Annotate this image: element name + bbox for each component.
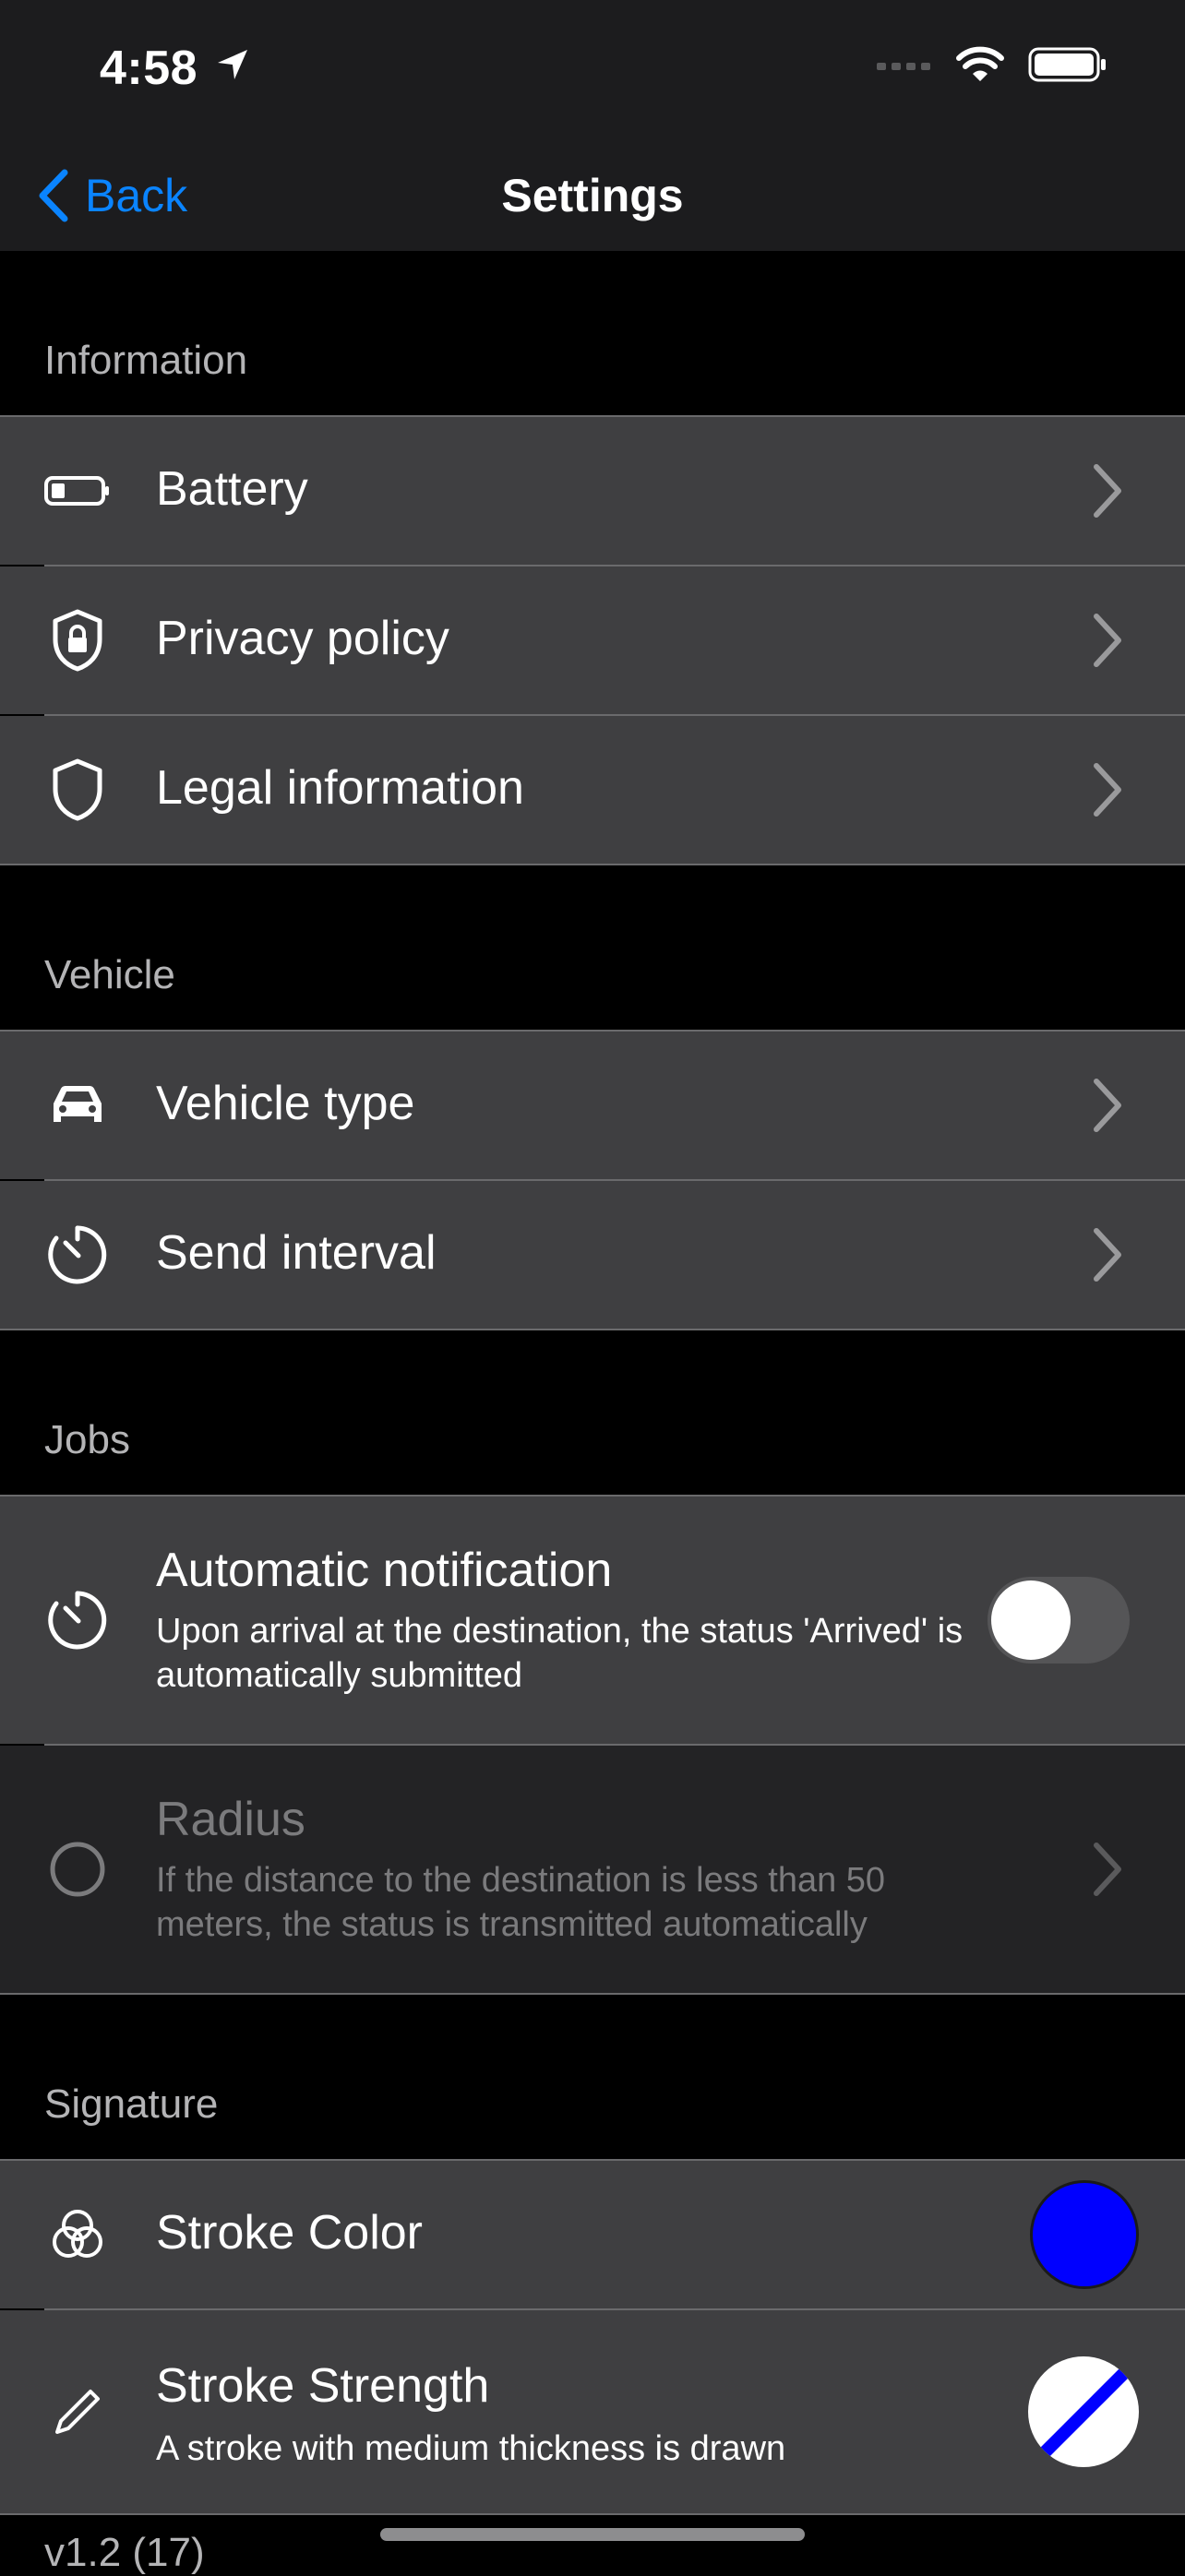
settings-item-label: Stroke Strength [156, 2359, 490, 2413]
settings-item-label: Privacy policy [156, 612, 449, 665]
shield-icon [39, 751, 116, 829]
settings-item-vehicle-type[interactable]: Vehicle type [0, 1032, 1185, 1179]
status-bar: 4:58 [0, 0, 1185, 138]
cellular-signal-icon [877, 63, 930, 70]
section-header-jobs: Jobs [44, 1417, 130, 1462]
chevron-right-icon [1094, 1079, 1121, 1132]
settings-item-label: Radius [156, 1793, 305, 1846]
settings-item-radius: Radius If the distance to the destinatio… [0, 1746, 1185, 1993]
car-icon [39, 1067, 116, 1144]
settings-item-subtitle: If the distance to the destination is le… [156, 1861, 886, 1944]
chevron-right-icon [1094, 614, 1121, 667]
lock-shield-icon [39, 602, 116, 679]
settings-item-stroke-strength[interactable]: Stroke Strength A stroke with medium thi… [0, 2310, 1185, 2513]
settings-item-privacy-policy[interactable]: Privacy policy [0, 566, 1185, 714]
location-arrow-icon [218, 50, 247, 79]
status-indicators [877, 46, 1107, 83]
settings-item-automatic-notification: Automatic notification Upon arrival at t… [0, 1497, 1185, 1744]
battery-icon [39, 452, 116, 530]
chevron-right-icon [1094, 763, 1121, 817]
section-header-signature: Signature [44, 2081, 219, 2127]
navigation-bar: Settings Back [0, 138, 1185, 251]
chevron-right-icon [1094, 1843, 1121, 1896]
stroke-strength-preview[interactable] [1028, 2356, 1139, 2467]
settings-item-subtitle: Upon arrival at the destination, the sta… [156, 1612, 964, 1695]
chevron-right-icon [1094, 464, 1121, 518]
back-button[interactable]: Back [37, 159, 187, 233]
timer-icon [39, 1216, 116, 1294]
status-time: 4:58 [100, 42, 198, 95]
back-label: Back [85, 170, 188, 221]
battery-status-icon [1028, 47, 1106, 82]
timer-icon [39, 1581, 116, 1659]
settings-item-label: Vehicle type [156, 1077, 415, 1130]
color-circles-icon [39, 2196, 116, 2273]
settings-item-label: Automatic notification [156, 1544, 613, 1597]
circle-icon [39, 1831, 116, 1908]
settings-item-label: Send interval [156, 1226, 437, 1280]
stroke-line-icon [1040, 2368, 1129, 2457]
wifi-icon [956, 46, 1004, 81]
pencil-icon [39, 2373, 116, 2451]
settings-item-legal-information[interactable]: Legal information [0, 716, 1185, 864]
stroke-color-swatch[interactable] [1030, 2180, 1139, 2289]
chevron-right-icon [1094, 1228, 1121, 1282]
settings-item-label: Stroke Color [156, 2206, 423, 2260]
chevron-left-icon [39, 169, 68, 222]
settings-item-send-interval[interactable]: Send interval [0, 1181, 1185, 1329]
settings-item-label: Battery [156, 462, 308, 516]
home-indicator[interactable] [380, 2528, 805, 2541]
section-header-vehicle: Vehicle [44, 952, 175, 997]
automatic-notification-toggle[interactable] [988, 1577, 1130, 1664]
settings-item-stroke-color[interactable]: Stroke Color [0, 2161, 1185, 2308]
app-version: v1.2 (17) [44, 2530, 205, 2575]
toggle-knob [991, 1580, 1071, 1660]
settings-item-label: Legal information [156, 761, 524, 815]
settings-item-battery[interactable]: Battery [0, 417, 1185, 565]
section-header-information: Information [44, 338, 248, 383]
settings-item-subtitle: A stroke with medium thickness is drawn [156, 2429, 786, 2468]
